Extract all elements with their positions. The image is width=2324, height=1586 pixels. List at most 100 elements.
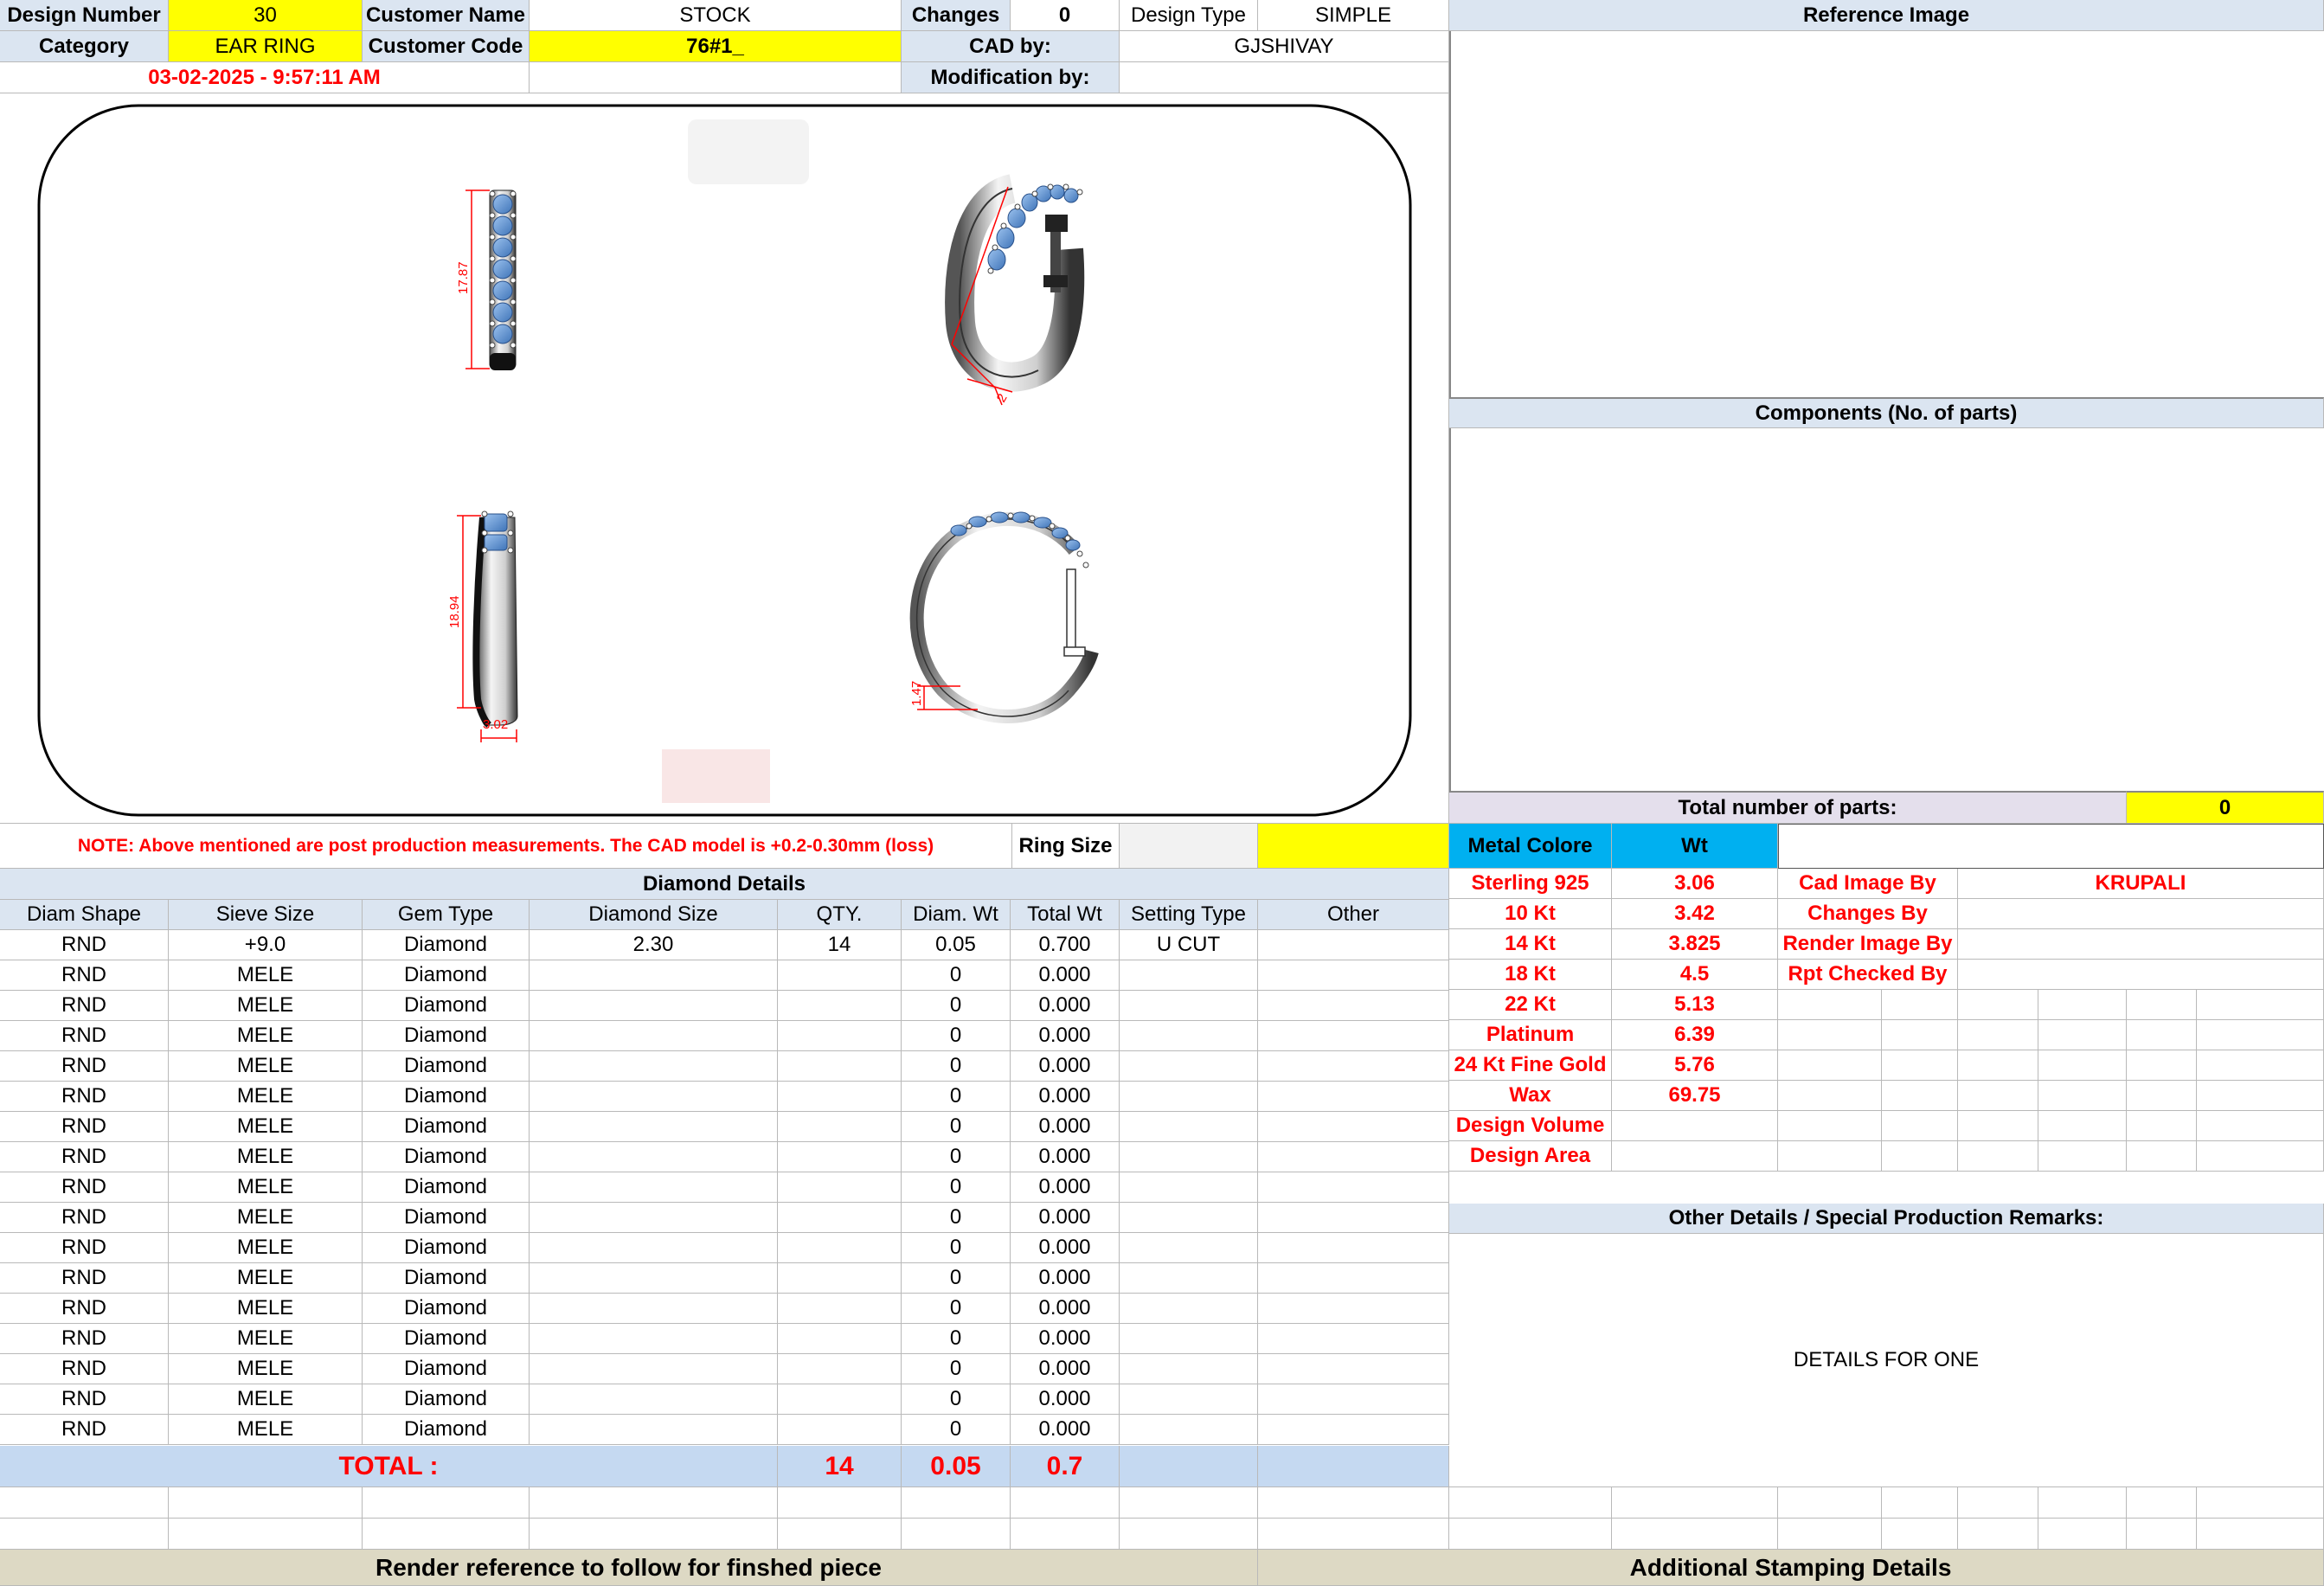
diamond-cell[interactable]: MELE — [169, 1384, 363, 1415]
customer-code-value[interactable]: 76#1_ — [530, 31, 902, 62]
metal-weight[interactable]: 6.39 — [1612, 1020, 1778, 1050]
modification-by-value[interactable] — [1120, 62, 1449, 93]
diamond-cell[interactable]: MELE — [169, 960, 363, 991]
diamond-cell[interactable]: 0 — [902, 1021, 1011, 1051]
diamond-cell[interactable] — [1120, 1082, 1258, 1112]
design-type-value[interactable]: SIMPLE — [1258, 0, 1449, 31]
diamond-cell[interactable]: 0.000 — [1011, 1354, 1120, 1384]
metal-weight[interactable]: 5.76 — [1612, 1050, 1778, 1081]
diamond-cell[interactable]: 0 — [902, 1233, 1011, 1263]
diamond-cell[interactable] — [778, 960, 902, 991]
diamond-cell[interactable] — [530, 960, 778, 991]
blank-cell[interactable] — [2197, 1519, 2324, 1550]
diamond-cell[interactable]: 0.000 — [1011, 1021, 1120, 1051]
diamond-cell[interactable] — [778, 1142, 902, 1172]
diamond-cell[interactable] — [778, 1051, 902, 1082]
diamond-cell[interactable] — [778, 1082, 902, 1112]
diamond-cell[interactable]: RND — [0, 1384, 169, 1415]
grid-cell[interactable] — [1882, 1020, 1958, 1050]
diamond-cell[interactable]: RND — [0, 1051, 169, 1082]
grid-cell[interactable] — [1958, 1141, 2038, 1172]
changes-value[interactable]: 0 — [1011, 0, 1120, 31]
blank-cell[interactable] — [2127, 1519, 2197, 1550]
diamond-cell[interactable]: 0.000 — [1011, 1415, 1120, 1445]
diamond-cell[interactable]: 0 — [902, 1415, 1011, 1445]
diamond-cell[interactable] — [778, 1354, 902, 1384]
grid-cell[interactable] — [1958, 1081, 2038, 1111]
diamond-cell[interactable] — [1258, 1294, 1449, 1324]
grid-cell[interactable] — [2038, 1141, 2127, 1172]
diamond-cell[interactable]: 0.000 — [1011, 960, 1120, 991]
diamond-cell[interactable] — [530, 1415, 778, 1445]
diamond-cell[interactable]: MELE — [169, 1021, 363, 1051]
diamond-cell[interactable]: Diamond — [363, 1415, 530, 1445]
blank-cell[interactable] — [169, 1487, 363, 1519]
diamond-cell[interactable] — [530, 1354, 778, 1384]
diamond-cell[interactable] — [1120, 1324, 1258, 1354]
diamond-cell[interactable] — [1120, 1203, 1258, 1233]
blank-cell[interactable] — [1612, 1519, 1778, 1550]
diamond-cell[interactable]: MELE — [169, 1354, 363, 1384]
diamond-cell[interactable] — [1120, 1172, 1258, 1203]
grid-cell[interactable] — [1778, 1081, 1882, 1111]
blank-cell[interactable] — [1778, 1487, 1882, 1519]
blank-cell[interactable] — [1258, 1519, 1449, 1550]
diamond-cell[interactable]: RND — [0, 1415, 169, 1445]
grid-cell[interactable] — [1778, 1020, 1882, 1050]
diamond-cell[interactable]: 0.000 — [1011, 991, 1120, 1021]
grid-cell[interactable] — [2197, 1141, 2324, 1172]
diamond-cell[interactable] — [1258, 1082, 1449, 1112]
diamond-cell[interactable]: 0 — [902, 1324, 1011, 1354]
diamond-cell[interactable] — [1120, 1142, 1258, 1172]
blank-cell[interactable] — [1258, 1487, 1449, 1519]
grid-cell[interactable] — [2038, 1020, 2127, 1050]
total-parts-value[interactable]: 0 — [2127, 791, 2324, 824]
diamond-cell[interactable]: Diamond — [363, 1082, 530, 1112]
diamond-cell[interactable]: MELE — [169, 1415, 363, 1445]
diamond-cell[interactable] — [1258, 930, 1449, 960]
diamond-cell[interactable]: 0 — [902, 1263, 1011, 1294]
diamond-cell[interactable]: 0.000 — [1011, 1384, 1120, 1415]
diamond-cell[interactable]: 2.30 — [530, 930, 778, 960]
diamond-cell[interactable]: MELE — [169, 1082, 363, 1112]
diamond-cell[interactable] — [1258, 991, 1449, 1021]
diamond-cell[interactable] — [1120, 1384, 1258, 1415]
grid-cell[interactable] — [2197, 1050, 2324, 1081]
diamond-cell[interactable] — [1258, 1112, 1449, 1142]
diamond-cell[interactable]: Diamond — [363, 1294, 530, 1324]
grid-cell[interactable] — [1958, 1020, 2038, 1050]
diamond-cell[interactable] — [1258, 1051, 1449, 1082]
blank-cell[interactable] — [1958, 1519, 2038, 1550]
blank-cell[interactable] — [778, 1519, 902, 1550]
blank-cell[interactable] — [902, 1487, 1011, 1519]
blank-cell[interactable] — [1011, 1519, 1120, 1550]
diamond-cell[interactable] — [1120, 1233, 1258, 1263]
diamond-cell[interactable] — [778, 1203, 902, 1233]
diamond-cell[interactable]: 0.000 — [1011, 1233, 1120, 1263]
grid-cell[interactable] — [2038, 990, 2127, 1020]
diamond-cell[interactable]: 0.000 — [1011, 1082, 1120, 1112]
credit-value[interactable]: KRUPALI — [1958, 869, 2324, 899]
diamond-cell[interactable]: 0 — [902, 1354, 1011, 1384]
diamond-cell[interactable] — [1120, 1021, 1258, 1051]
diamond-cell[interactable] — [778, 1415, 902, 1445]
diamond-cell[interactable]: MELE — [169, 1051, 363, 1082]
grid-cell[interactable] — [2038, 1111, 2127, 1141]
diamond-cell[interactable]: 0.05 — [902, 930, 1011, 960]
blank-cell[interactable] — [169, 1519, 363, 1550]
diamond-cell[interactable]: 0 — [902, 1384, 1011, 1415]
diamond-cell[interactable]: MELE — [169, 1142, 363, 1172]
diamond-cell[interactable]: RND — [0, 1354, 169, 1384]
grid-cell[interactable] — [2127, 990, 2197, 1020]
diamond-cell[interactable]: 14 — [778, 930, 902, 960]
grid-cell[interactable] — [2197, 990, 2324, 1020]
diamond-cell[interactable] — [530, 1263, 778, 1294]
blank-cell[interactable] — [1449, 1487, 1612, 1519]
metal-weight[interactable] — [1612, 1111, 1778, 1141]
diamond-cell[interactable] — [530, 1142, 778, 1172]
blank-cell[interactable] — [1882, 1487, 1958, 1519]
diamond-cell[interactable] — [778, 1384, 902, 1415]
diamond-cell[interactable]: 0 — [902, 1142, 1011, 1172]
diamond-cell[interactable]: 0.000 — [1011, 1263, 1120, 1294]
grid-cell[interactable] — [1958, 990, 2038, 1020]
